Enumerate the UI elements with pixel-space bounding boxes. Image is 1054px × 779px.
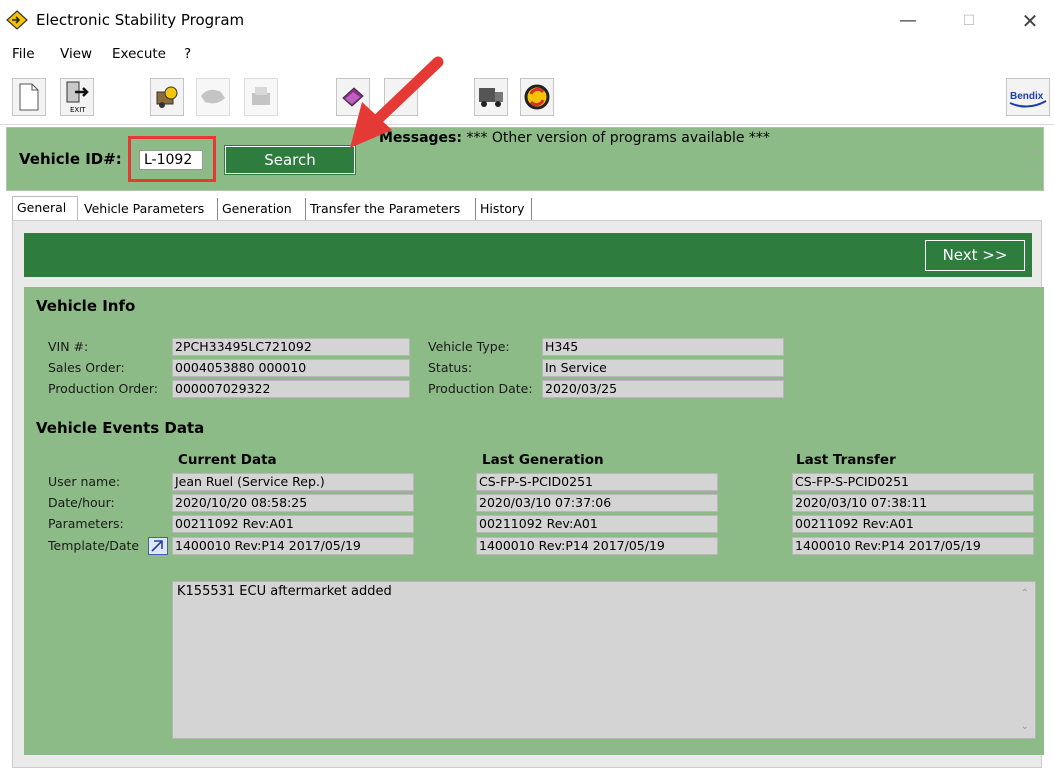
generation-parameters: 00211092 Rev:A01 xyxy=(476,515,718,533)
disabled-tool-icon xyxy=(196,78,230,116)
generation-user-name: CS-FP-S-PCID0251 xyxy=(476,473,718,491)
status-field: In Service xyxy=(542,359,784,377)
notes-text: K155531 ECU aftermarket added xyxy=(177,584,392,599)
refresh-sync-icon[interactable] xyxy=(520,78,554,116)
vehicle-events-heading: Vehicle Events Data xyxy=(36,419,205,437)
messages-text: *** Other version of programs available … xyxy=(466,130,770,146)
highlight-box xyxy=(128,136,216,182)
exit-icon-label: EXIT xyxy=(70,106,86,114)
notes-textarea[interactable]: K155531 ECU aftermarket added ⌃ ⌄ xyxy=(172,581,1036,739)
tab-history[interactable]: History xyxy=(476,198,532,220)
production-order-field: 000007029322 xyxy=(172,380,410,398)
window-title: Electronic Stability Program xyxy=(36,11,245,29)
current-data-heading: Current Data xyxy=(178,452,277,468)
bendix-logo-text: Bendix xyxy=(1010,91,1044,102)
scroll-up-icon[interactable]: ⌃ xyxy=(1031,150,1043,161)
exit-icon[interactable]: EXIT xyxy=(60,78,94,116)
parameters-label: Parameters: xyxy=(48,516,124,531)
notes-scroll-up-icon[interactable]: ⌃ xyxy=(1021,588,1029,599)
current-user-name: Jean Ruel (Service Rep.) xyxy=(172,473,414,491)
current-date-hour: 2020/10/20 08:58:25 xyxy=(172,494,414,512)
generation-template-date: 1400010 Rev:P14 2017/05/19 xyxy=(476,537,718,555)
transfer-user-name: CS-FP-S-PCID0251 xyxy=(792,473,1034,491)
date-hour-label: Date/hour: xyxy=(48,495,115,510)
current-template-date: 1400010 Rev:P14 2017/05/19 xyxy=(172,537,414,555)
notes-scroll-down-icon[interactable]: ⌄ xyxy=(1021,721,1029,732)
vehicle-gears-icon[interactable] xyxy=(150,78,184,116)
next-button[interactable]: Next >> xyxy=(925,240,1025,271)
vehicle-type-label: Vehicle Type: xyxy=(428,339,510,354)
production-order-label: Production Order: xyxy=(48,381,158,396)
transfer-parameters: 00211092 Rev:A01 xyxy=(792,515,1034,533)
transfer-template-date: 1400010 Rev:P14 2017/05/19 xyxy=(792,537,1034,555)
messages-label: Messages: xyxy=(379,130,462,146)
pencil-icon[interactable] xyxy=(384,78,418,116)
maximize-button[interactable]: ☐ xyxy=(949,6,989,36)
toolbar: EXIT Bendix xyxy=(0,72,1054,125)
tab-generation[interactable]: Generation xyxy=(218,198,306,220)
tab-bar: General Vehicle Parameters Generation Tr… xyxy=(12,196,1042,221)
production-date-label: Production Date: xyxy=(428,381,533,396)
close-button[interactable]: ✕ xyxy=(1010,6,1050,36)
menu-file[interactable]: File xyxy=(12,46,35,62)
last-generation-heading: Last Generation xyxy=(482,452,604,468)
vehicle-info-heading: Vehicle Info xyxy=(36,297,136,315)
new-document-icon[interactable] xyxy=(12,78,46,116)
template-select-icon[interactable] xyxy=(148,537,168,555)
vehicle-info-panel: Vehicle Info VIN #: 2PCH33495LC721092 Sa… xyxy=(24,287,1044,755)
last-transfer-heading: Last Transfer xyxy=(796,452,896,468)
messages-banner: Messages: *** Other version of programs … xyxy=(379,130,770,146)
app-diamond-icon xyxy=(6,10,28,30)
vehicle-id-label: Vehicle ID#: xyxy=(19,150,122,168)
title-bar: Electronic Stability Program — ☐ ✕ xyxy=(0,0,1054,40)
template-date-label: Template/Date xyxy=(48,538,140,553)
tab-general[interactable]: General xyxy=(12,196,78,221)
tab-vehicle-parameters[interactable]: Vehicle Parameters xyxy=(80,198,218,220)
vin-field: 2PCH33495LC721092 xyxy=(172,338,410,356)
tab-transfer-parameters[interactable]: Transfer the Parameters xyxy=(306,198,476,220)
vehicle-search-bar: Vehicle ID#: L-1092 Search Messages: ***… xyxy=(6,127,1044,191)
sales-order-label: Sales Order: xyxy=(48,360,125,375)
user-name-label: User name: xyxy=(48,474,121,489)
minimize-button[interactable]: — xyxy=(888,6,928,36)
vin-label: VIN #: xyxy=(48,339,89,354)
vehicle-type-field: H345 xyxy=(542,338,784,356)
scroll-down-icon[interactable]: ⌄ xyxy=(1031,166,1043,177)
disabled-printer-icon xyxy=(244,78,278,116)
generation-date-hour: 2020/03/10 07:37:06 xyxy=(476,494,718,512)
bendix-logo[interactable]: Bendix xyxy=(1006,78,1050,116)
current-parameters: 00211092 Rev:A01 xyxy=(172,515,414,533)
transfer-date-hour: 2020/03/10 07:38:11 xyxy=(792,494,1034,512)
book-icon[interactable] xyxy=(336,78,370,116)
status-label: Status: xyxy=(428,360,473,375)
menu-help[interactable]: ? xyxy=(184,46,191,62)
search-button[interactable]: Search xyxy=(225,146,355,174)
menu-view[interactable]: View xyxy=(60,46,92,62)
menu-execute[interactable]: Execute xyxy=(112,46,166,62)
sales-order-field: 0004053880 000010 xyxy=(172,359,410,377)
truck-icon[interactable] xyxy=(474,78,508,116)
production-date-field: 2020/03/25 xyxy=(542,380,784,398)
navigation-bar xyxy=(24,233,1032,277)
